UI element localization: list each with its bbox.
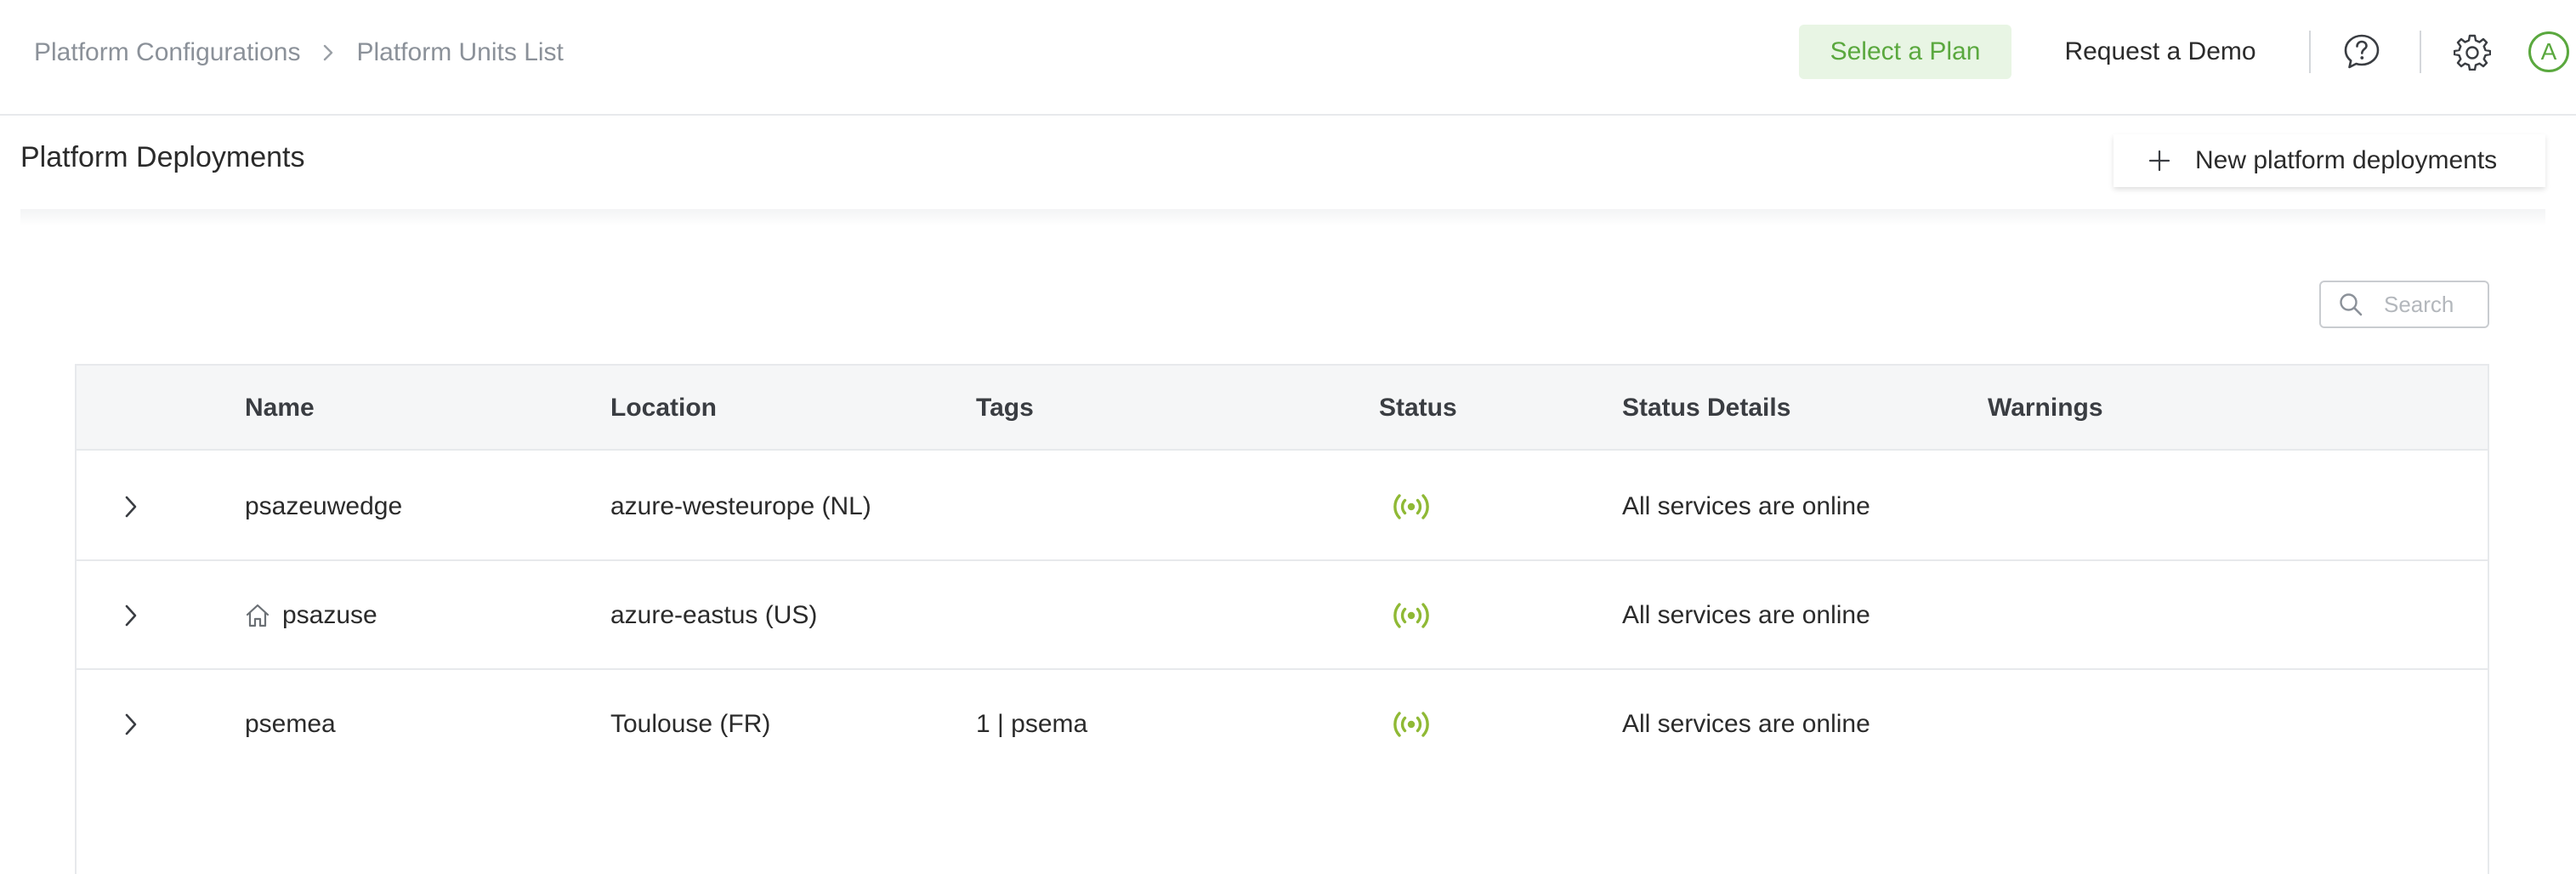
row-status-details: All services are online — [1622, 492, 1870, 520]
search-box — [2319, 281, 2489, 328]
request-demo-button[interactable]: Request a Demo — [2049, 25, 2272, 79]
table-row[interactable]: psazeuwedge azure-westeurope (NL) All se… — [77, 452, 2488, 561]
chevron-right-icon[interactable] — [111, 595, 151, 636]
plus-icon — [2148, 149, 2171, 173]
row-location: azure-westeurope (NL) — [610, 492, 871, 520]
chevron-right-icon[interactable] — [111, 486, 151, 527]
gear-icon[interactable] — [2452, 31, 2493, 72]
chevron-right-icon[interactable] — [111, 704, 151, 745]
row-name: psazuse — [282, 601, 377, 629]
row-name: psazeuwedge — [245, 492, 403, 520]
column-header-status[interactable]: Status — [1379, 366, 1457, 451]
breadcrumb: Platform Configurations Platform Units L… — [34, 34, 564, 71]
divider — [2420, 31, 2421, 73]
row-tags: 1 | psema — [976, 710, 1088, 738]
breadcrumb-item-platform-configurations[interactable]: Platform Configurations — [34, 38, 300, 67]
row-status-details: All services are online — [1622, 710, 1870, 738]
deployments-table: Name Location Tags Status Status Details… — [75, 364, 2489, 874]
row-location: Toulouse (FR) — [610, 710, 771, 738]
online-broadcast-icon — [1391, 670, 1432, 779]
search-input[interactable] — [2382, 290, 2484, 319]
table-row[interactable]: psemea Toulouse (FR) 1 | psema All servi… — [77, 670, 2488, 779]
search-icon — [2338, 292, 2363, 317]
help-icon[interactable] — [2341, 31, 2382, 72]
online-broadcast-icon — [1391, 452, 1432, 561]
new-platform-deployment-button[interactable]: New platform deployments — [2114, 134, 2545, 187]
row-status-details: All services are online — [1622, 601, 1870, 629]
select-plan-button[interactable]: Select a Plan — [1799, 25, 2011, 79]
row-location: azure-eastus (US) — [610, 601, 818, 629]
online-broadcast-icon — [1391, 561, 1432, 670]
page-title: Platform Deployments — [20, 141, 305, 173]
row-name-cell: psazuse — [245, 561, 377, 670]
table-header: Name Location Tags Status Status Details… — [77, 366, 2488, 451]
table-row[interactable]: psazuse azure-eastus (US) All services a… — [77, 561, 2488, 670]
avatar[interactable]: A — [2528, 31, 2569, 72]
divider — [2309, 31, 2311, 73]
column-header-location[interactable]: Location — [610, 366, 717, 451]
row-name: psemea — [245, 710, 336, 738]
home-icon — [245, 603, 270, 628]
header-separator — [20, 209, 2545, 226]
top-bar: Platform Configurations Platform Units L… — [0, 0, 2576, 116]
column-header-name[interactable]: Name — [245, 366, 315, 451]
column-header-warnings[interactable]: Warnings — [1988, 366, 2103, 451]
new-platform-deployment-label: New platform deployments — [2195, 146, 2498, 174]
column-header-status-details[interactable]: Status Details — [1622, 366, 1790, 451]
column-header-tags[interactable]: Tags — [976, 366, 1034, 451]
chevron-right-icon — [322, 43, 334, 62]
breadcrumb-item-platform-units-list: Platform Units List — [356, 38, 564, 66]
